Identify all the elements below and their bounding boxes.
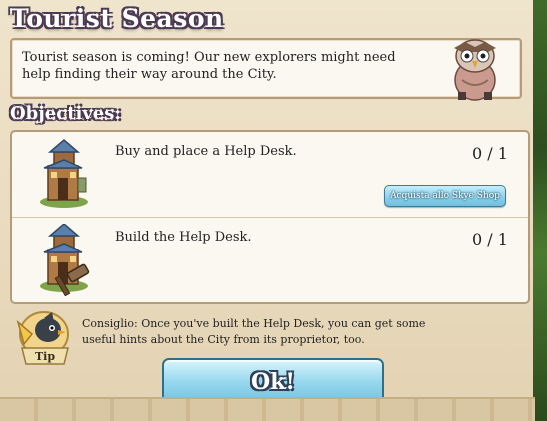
dialog-title: Tourist Season (10, 4, 224, 33)
bottom-decorative-border (0, 397, 535, 421)
objectives-heading: Objectives: (10, 103, 122, 124)
help-desk-building-icon (40, 139, 88, 208)
objective-text: Build the Help Desk. (115, 230, 252, 245)
help-desk-build-hammer-icon (40, 224, 90, 296)
objectives-panel: Buy and place a Help Desk. 0 / 1 Acquist… (10, 130, 530, 304)
tip-text: Consiglio: Once you've built the Help De… (82, 317, 426, 346)
owl-character-icon (454, 39, 496, 101)
objective-row: Buy and place a Help Desk. 0 / 1 Acquist… (12, 132, 528, 218)
objective-progress: 0 / 1 (472, 144, 508, 163)
objective-progress: 0 / 1 (472, 230, 508, 249)
objective-text: Buy and place a Help Desk. (115, 144, 297, 159)
intro-text: Tourist season is coming! Our new explor… (22, 50, 396, 82)
buy-in-shop-button[interactable]: Acquista allo Skye Shop (384, 185, 506, 207)
tip-badge-icon: Tip (16, 311, 69, 365)
jungle-edge-decoration (533, 0, 547, 421)
objective-row: Build the Help Desk. 0 / 1 (12, 218, 528, 303)
tip-badge-label: Tip (35, 350, 55, 363)
